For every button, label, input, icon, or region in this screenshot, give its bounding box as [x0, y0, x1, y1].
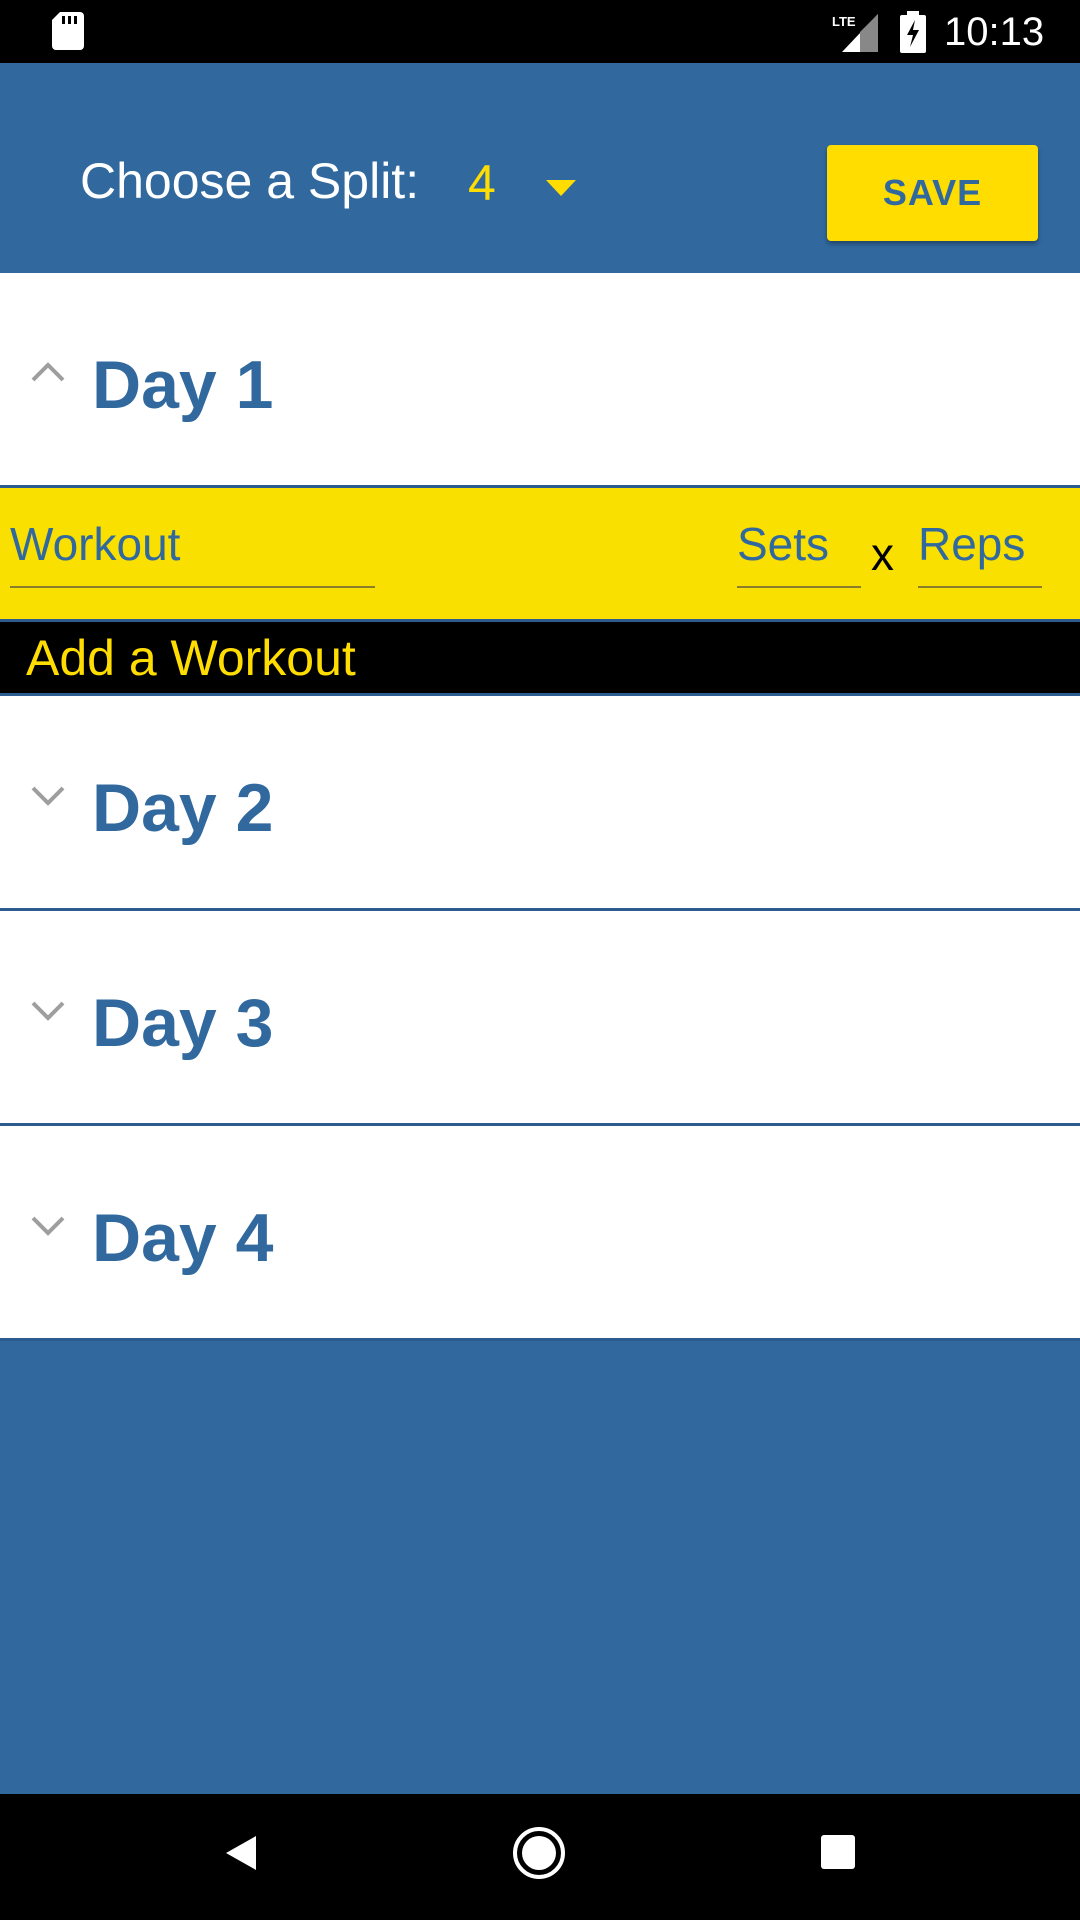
day-title: Day 2 [92, 770, 274, 846]
day-header-3[interactable]: Day 3 [0, 911, 1080, 1126]
split-select-value[interactable]: 4 [468, 153, 496, 213]
svg-text:LTE: LTE [832, 14, 856, 29]
app-screen: Choose a Split: 4 SAVE Day 1 Workout Set… [0, 63, 1080, 1794]
chevron-up-icon[interactable] [30, 361, 66, 383]
day-title: Day 3 [92, 985, 274, 1061]
lte-signal-icon: LTE [832, 14, 878, 52]
day-header-4[interactable]: Day 4 [0, 1126, 1080, 1341]
back-icon[interactable] [224, 1834, 258, 1872]
split-label: Choose a Split: [80, 153, 420, 209]
day-header-1[interactable]: Day 1 [0, 273, 1080, 488]
day-list: Day 1 Workout Sets x Reps Add a Workout … [0, 273, 1080, 1341]
workout-entry-row: Workout Sets x Reps [0, 488, 1080, 622]
chevron-down-icon[interactable] [30, 1214, 66, 1236]
chevron-down-icon[interactable] [30, 999, 66, 1021]
recents-icon[interactable] [820, 1834, 856, 1870]
save-button[interactable]: SAVE [827, 145, 1038, 241]
navigation-bar [0, 1794, 1080, 1920]
add-workout-button[interactable]: Add a Workout [0, 622, 1080, 696]
add-workout-label: Add a Workout [26, 630, 356, 686]
battery-charging-icon [900, 11, 926, 53]
sd-card-icon [52, 12, 84, 50]
day-header-2[interactable]: Day 2 [0, 696, 1080, 911]
split-header: Choose a Split: 4 SAVE [0, 63, 1080, 273]
times-sign: x [871, 528, 894, 580]
day-title: Day 1 [92, 347, 274, 423]
chevron-down-icon[interactable] [30, 784, 66, 806]
sets-input[interactable]: Sets [737, 516, 861, 588]
status-time: 10:13 [944, 10, 1045, 54]
reps-input[interactable]: Reps [918, 516, 1042, 588]
workout-name-input[interactable]: Workout [10, 516, 375, 588]
home-icon[interactable] [512, 1826, 566, 1880]
status-bar: LTE 10:13 [0, 0, 1080, 63]
day-title: Day 4 [92, 1200, 274, 1276]
dropdown-arrow-icon[interactable] [546, 180, 576, 196]
